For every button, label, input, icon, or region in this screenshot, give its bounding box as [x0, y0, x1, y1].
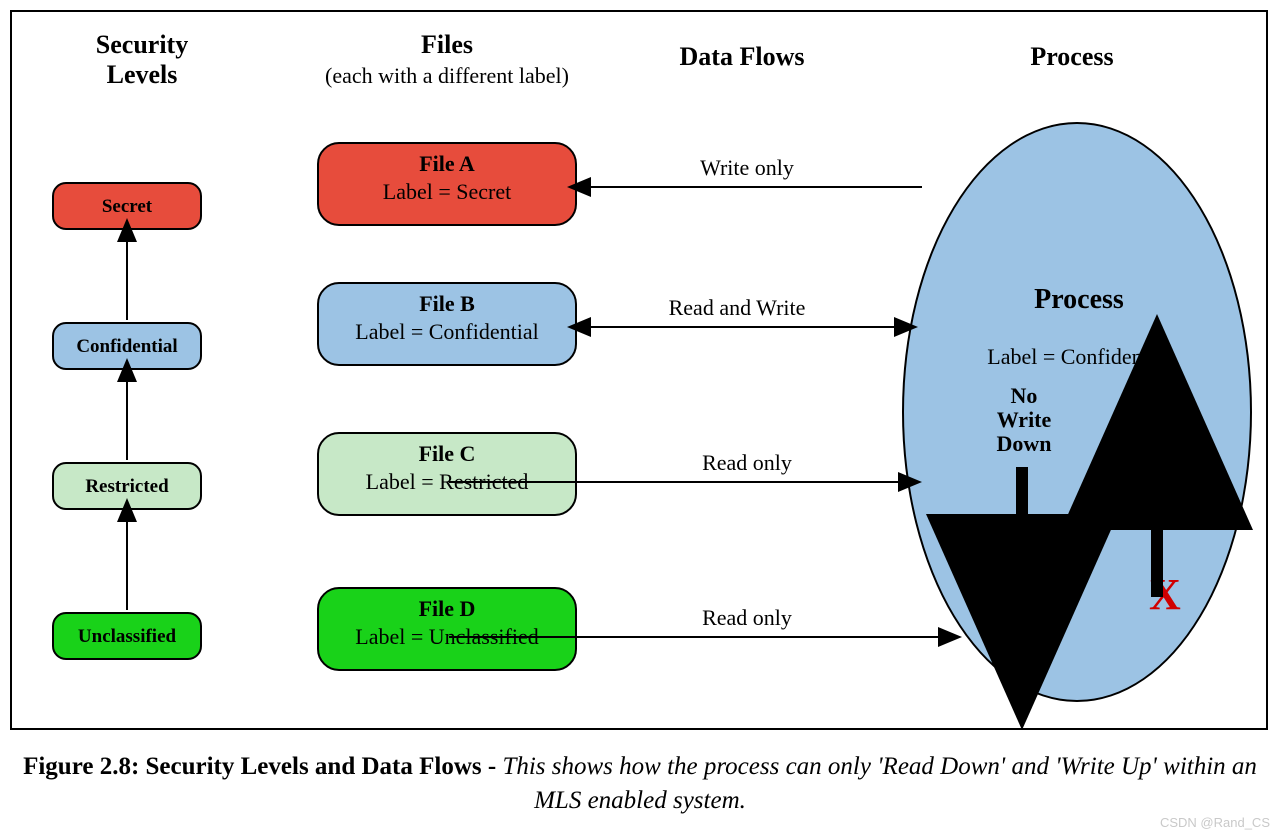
- level-box-restricted: Restricted: [52, 462, 202, 510]
- process-title: Process: [904, 284, 1254, 316]
- level-label: Confidential: [76, 337, 177, 356]
- flow-label-a: Write only: [647, 155, 847, 181]
- level-label: Secret: [102, 197, 152, 216]
- process-rule-no-read-up: No Read Up: [1109, 384, 1209, 457]
- watermark: CSDN @Rand_CS: [1160, 815, 1270, 830]
- flow-label-b: Read and Write: [612, 295, 862, 321]
- flow-label-c: Read only: [647, 450, 847, 476]
- file-box-a: File A Label = Secret: [317, 142, 577, 226]
- process-rule-no-write-down: No Write Down: [964, 384, 1084, 457]
- heading-security-levels: Security Levels: [52, 30, 232, 90]
- level-box-confidential: Confidential: [52, 322, 202, 370]
- file-box-b: File B Label = Confidential: [317, 282, 577, 366]
- red-x-read-up: X: [1149, 569, 1181, 620]
- diagram-frame: Security Levels Files (each with a diffe…: [10, 10, 1268, 730]
- file-name: File B: [319, 290, 575, 318]
- heading-process: Process: [972, 42, 1172, 72]
- flow-label-d: Read only: [647, 605, 847, 631]
- file-box-d: File D Label = Unclassified: [317, 587, 577, 671]
- process-label: Label = Confidential: [904, 344, 1254, 370]
- heading-data-flows: Data Flows: [642, 42, 842, 72]
- process-ellipse: Process Label = Confidential No Write Do…: [902, 122, 1252, 702]
- file-name: File D: [319, 595, 575, 623]
- figure-caption: Figure 2.8: Security Levels and Data Flo…: [0, 750, 1280, 818]
- level-label: Unclassified: [78, 627, 176, 646]
- level-box-secret: Secret: [52, 182, 202, 230]
- caption-lead: Figure 2.8: Security Levels and Data Flo…: [23, 753, 502, 780]
- file-name: File A: [319, 150, 575, 178]
- heading-files-subtitle: (each with a different label): [325, 63, 569, 88]
- level-label: Restricted: [85, 477, 168, 496]
- file-label: Label = Secret: [319, 178, 575, 206]
- file-label: Label = Unclassified: [319, 623, 575, 651]
- file-box-c: File C Label = Restricted: [317, 432, 577, 516]
- page-root: Security Levels Files (each with a diffe…: [0, 0, 1280, 836]
- file-label: Label = Confidential: [319, 318, 575, 346]
- heading-files: Files (each with a different label): [302, 30, 592, 90]
- file-label: Label = Restricted: [319, 468, 575, 496]
- caption-body: This shows how the process can only 'Rea…: [502, 753, 1256, 814]
- level-box-unclassified: Unclassified: [52, 612, 202, 660]
- file-name: File C: [319, 440, 575, 468]
- heading-files-title: Files: [421, 30, 473, 59]
- red-x-write-down: X: [999, 549, 1031, 600]
